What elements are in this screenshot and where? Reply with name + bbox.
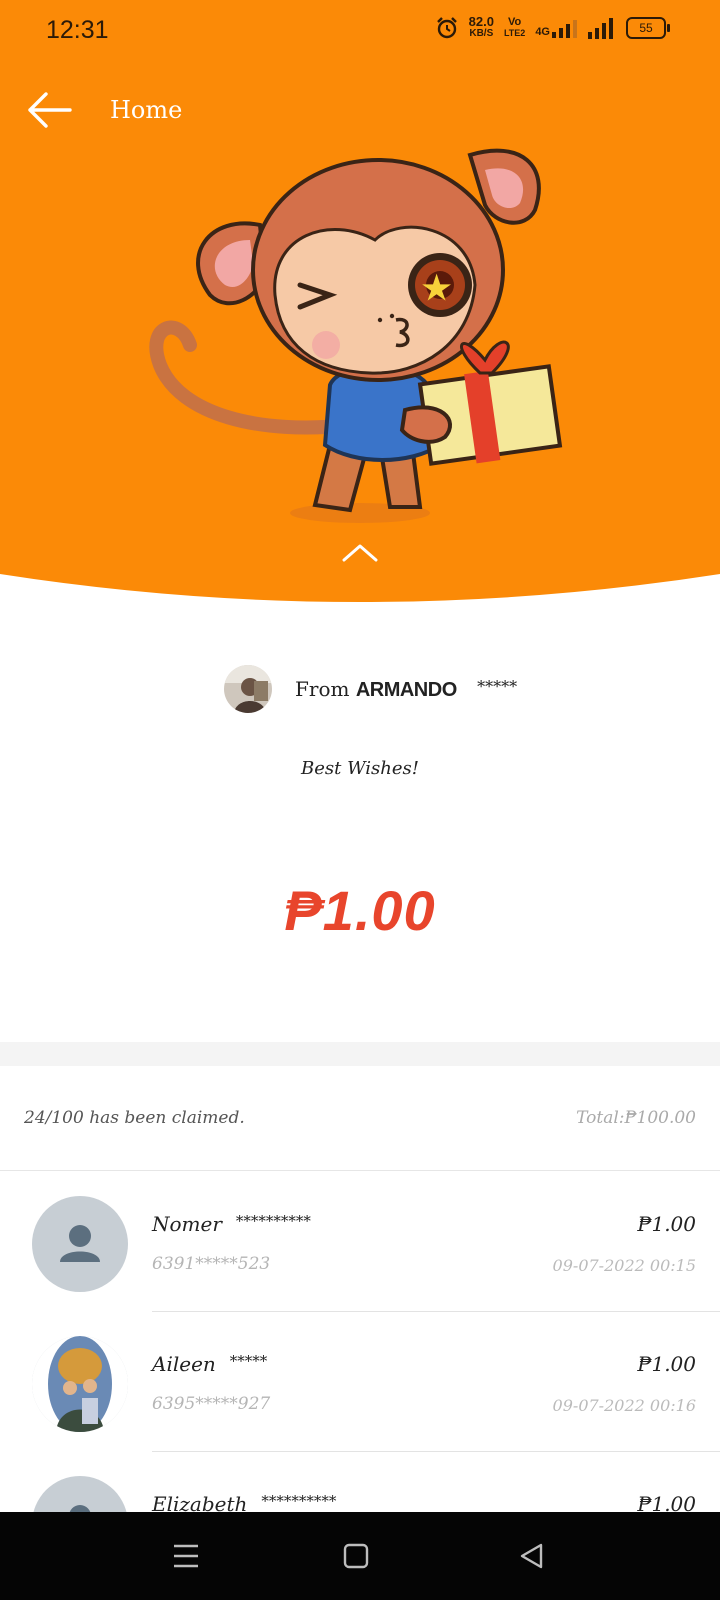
claimer-first-name: Nomer <box>152 1212 222 1236</box>
back-triangle-icon[interactable] <box>516 1540 548 1572</box>
volte-bottom: LTE2 <box>503 28 526 38</box>
gift-amount: ₱1.00 <box>284 879 436 942</box>
chevron-up-icon[interactable] <box>340 540 380 564</box>
alarm-icon <box>436 17 457 39</box>
list-item: Aileen ***** 6395*****927 ₱1.00 09-07-202… <box>0 1312 720 1452</box>
claim-amount: ₱1.00 <box>637 1492 696 1512</box>
claimer-name: Aileen ***** <box>152 1352 267 1376</box>
claim-list[interactable]: Nomer ********** 6391*****523 ₱1.00 09-07… <box>0 1172 720 1512</box>
claim-amount: ₱1.00 <box>637 1352 696 1376</box>
list-item: Elizabeth ********** ₱1.00 <box>0 1452 720 1512</box>
claimer-mask: ********** <box>261 1492 337 1510</box>
battery-indicator: 55 <box>626 17 670 39</box>
claim-datetime: 09-07-2022 00:16 <box>552 1396 696 1415</box>
signal-bars-icon <box>552 20 577 38</box>
network-speed: 82.0 KB/S <box>468 14 494 40</box>
claimer-first-name: Elizabeth <box>152 1492 248 1512</box>
gift-message: Best Wishes! <box>301 758 419 779</box>
page-title: Home <box>110 96 183 124</box>
claimer-mask: ***** <box>229 1352 268 1370</box>
from-prefix: From <box>295 677 350 701</box>
claimer-mask: ********** <box>235 1212 311 1230</box>
sender-info: From ARMANDO ***** <box>0 665 720 715</box>
home-square-icon[interactable] <box>340 1540 372 1572</box>
list-item: Nomer ********** 6391*****523 ₱1.00 09-07… <box>0 1172 720 1312</box>
signal-4g: 4G <box>535 18 578 38</box>
section-divider <box>0 1042 720 1066</box>
top-bar: Home <box>0 84 720 140</box>
battery-level: 55 <box>639 21 653 35</box>
claimer-name: Nomer ********** <box>152 1212 311 1236</box>
network-type: 4G <box>535 26 550 38</box>
claimer-first-name: Aileen <box>152 1352 216 1376</box>
claimed-count: 24/100 has been claimed. <box>24 1108 245 1128</box>
status-time: 12:31 <box>46 16 109 44</box>
default-user-icon <box>32 1196 128 1292</box>
claimer-name: Elizabeth ********** <box>152 1492 336 1512</box>
volte-indicator: Vo LTE2 <box>504 17 525 39</box>
claimer-photo-avatar <box>32 1336 128 1432</box>
claim-datetime: 09-07-2022 00:15 <box>552 1256 696 1275</box>
claim-amount: ₱1.00 <box>637 1212 696 1236</box>
claim-summary: 24/100 has been claimed. Total:₱100.00 <box>0 1066 720 1171</box>
system-nav-bar <box>0 1512 720 1600</box>
claimer-phone: 6395*****927 <box>152 1394 271 1414</box>
arrow-left-icon[interactable] <box>26 90 72 130</box>
monkey-gift-illustration <box>149 148 563 523</box>
status-bar: 12:31 82.0 KB/S Vo LTE2 4G 55 <box>0 0 720 64</box>
sender-mask: ***** <box>477 677 518 696</box>
sender-line: From ARMANDO ***** <box>295 677 517 702</box>
total-amount: Total:₱100.00 <box>576 1108 696 1128</box>
claimer-phone: 6391*****523 <box>152 1254 271 1274</box>
speed-value: 82.0 <box>468 14 494 29</box>
volte-top: Vo <box>508 16 522 28</box>
menu-icon[interactable] <box>170 1540 202 1572</box>
default-user-icon <box>32 1476 128 1512</box>
sender-name: ARMANDO <box>355 679 457 701</box>
gift-hero: 12:31 82.0 KB/S Vo LTE2 4G 55 Home <box>0 0 720 610</box>
sender-avatar <box>224 665 272 713</box>
signal-bars-icon-2 <box>588 18 613 39</box>
speed-unit: KB/S <box>469 28 494 39</box>
